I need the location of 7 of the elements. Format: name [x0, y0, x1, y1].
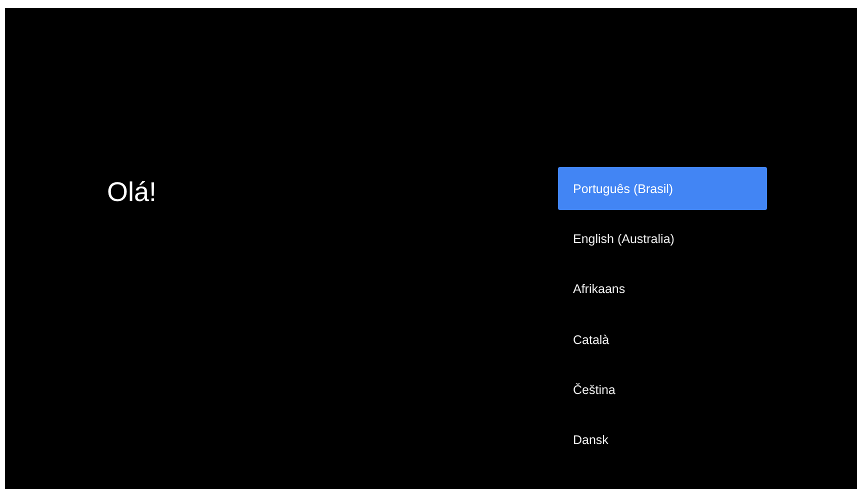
language-option[interactable]: Afrikaans: [558, 268, 767, 311]
language-option[interactable]: English (Australia): [558, 217, 767, 260]
greeting-title: Olá!: [107, 176, 157, 208]
language-option[interactable]: Čeština: [558, 368, 767, 412]
language-option[interactable]: Català: [558, 318, 767, 362]
language-option[interactable]: Português (Brasil): [558, 167, 767, 210]
language-option[interactable]: Dansk: [558, 418, 767, 462]
